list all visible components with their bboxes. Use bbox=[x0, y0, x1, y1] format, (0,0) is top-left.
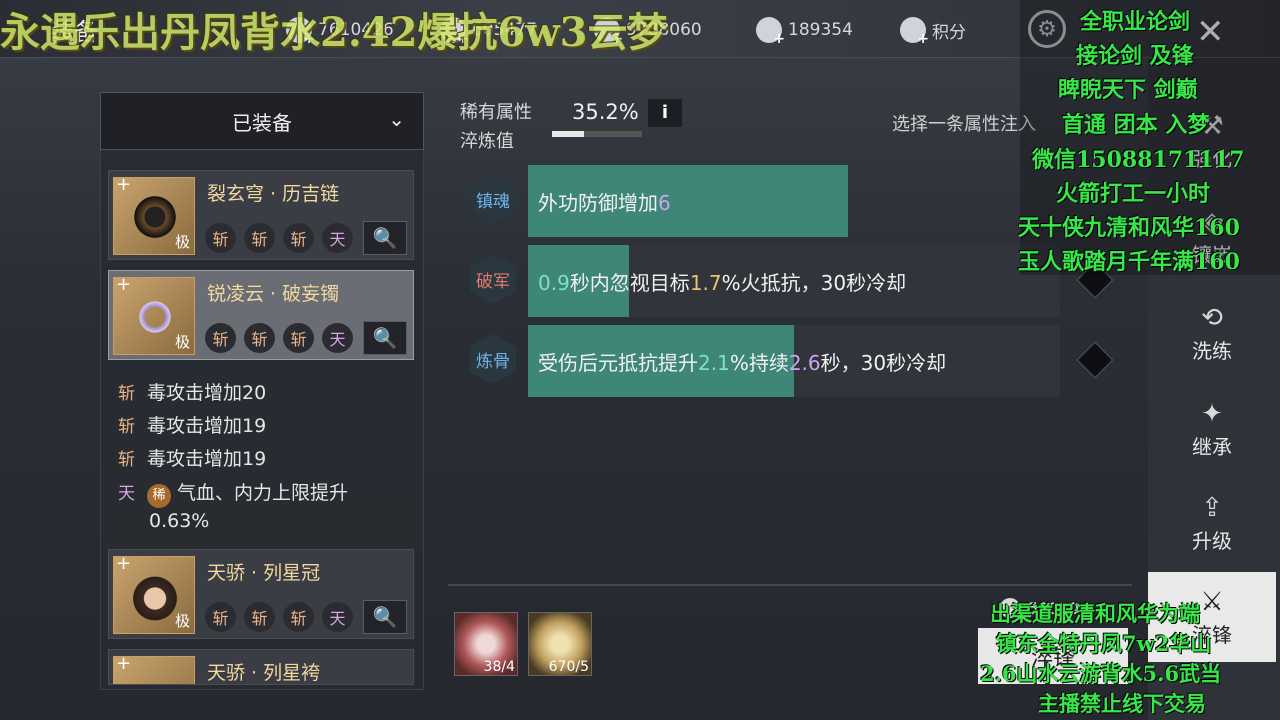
item-tags: 斩 斩 斩 天 bbox=[205, 223, 353, 253]
tag: 斩 bbox=[244, 323, 275, 353]
info-icon[interactable]: i bbox=[648, 99, 682, 127]
inject-hint: 选择一条属性注入 bbox=[892, 114, 1036, 135]
temper-icon: ⚔ bbox=[1200, 586, 1224, 617]
stream-text: 主播禁止线下交易 bbox=[1038, 691, 1206, 716]
stream-text: 玉人歌踏月千年满160 bbox=[1018, 249, 1240, 275]
tag: 斩 bbox=[244, 223, 275, 253]
equipped-dropdown[interactable]: 已装备 ⌄ bbox=[100, 92, 424, 150]
stream-text: 出渠道服清和风华为端 bbox=[990, 601, 1200, 626]
tag: 斩 bbox=[205, 323, 236, 353]
tab-refresh[interactable]: ⟲ 洗练 bbox=[1148, 288, 1276, 378]
attribute-text: 外功防御增加6 bbox=[538, 191, 671, 215]
upgrade-icon: ⇪ bbox=[1201, 492, 1223, 523]
tag: 斩 bbox=[283, 323, 314, 353]
stream-title-overlay: 永遇乐出丹凤背水2.42爆抗6w3云梦 bbox=[0, 9, 668, 56]
points-icon bbox=[900, 17, 929, 47]
plus-icon: + bbox=[116, 553, 132, 574]
magnifier-icon[interactable]: 🔍 bbox=[363, 321, 407, 355]
attribute-text: 0.9秒内忽视目标1.7%火抵抗，30秒冷却 bbox=[538, 271, 907, 295]
tag: 天 bbox=[322, 223, 353, 253]
item-attribute: 斩毒攻击增加19 bbox=[118, 415, 267, 437]
attribute-text: 受伤后元抵抗提升2.1%持续2.6秒，30秒冷却 bbox=[538, 351, 947, 375]
tab-inherit[interactable]: ✦ 继承 bbox=[1148, 384, 1276, 474]
material-slot[interactable]: 38/4 bbox=[454, 612, 518, 676]
tag: 斩 bbox=[205, 602, 236, 632]
temper-value-label: 淬炼值 bbox=[460, 131, 514, 152]
tag: 天 bbox=[322, 602, 353, 632]
divider bbox=[448, 584, 1132, 586]
item-attribute-rare: 天稀气血、内力上限提升 bbox=[118, 478, 348, 508]
item-thumbnail: + bbox=[113, 653, 195, 684]
item-name: 锐凌云 · 破妄镯 bbox=[207, 283, 340, 305]
plus-icon: + bbox=[116, 653, 132, 674]
item-name: 天骄 · 列星冠 bbox=[207, 562, 321, 584]
attribute-row[interactable]: 受伤后元抵抗提升2.1%持续2.6秒，30秒冷却 bbox=[528, 325, 1060, 397]
tag: 斩 bbox=[283, 223, 314, 253]
stream-text: 火箭打工一小时 bbox=[1056, 181, 1211, 207]
stream-text: 首通 团本 入梦 bbox=[1062, 112, 1210, 138]
stream-text: 镇东全特丹凤7w2华山 bbox=[996, 631, 1212, 656]
rare-badge: 稀 bbox=[147, 484, 171, 508]
stream-text: 接论剑 及锋 bbox=[1076, 43, 1194, 69]
currency-4[interactable]: 189354 bbox=[756, 16, 853, 47]
tab-upgrade[interactable]: ⇪ 升级 bbox=[1148, 478, 1276, 568]
inherit-icon: ✦ bbox=[1201, 398, 1223, 429]
material-slot[interactable]: 670/5 bbox=[528, 612, 592, 676]
item-attribute: 斩毒攻击增加19 bbox=[118, 448, 267, 470]
tag: 斩 bbox=[205, 223, 236, 253]
item-thumbnail: + 极 bbox=[113, 174, 195, 255]
stream-text: 天十侠九清和风华160 bbox=[1018, 215, 1240, 241]
helmet-icon bbox=[132, 571, 178, 621]
item-tags: 斩 斩 斩 天 bbox=[205, 602, 353, 632]
stream-text: 睥睨天下 剑巅 bbox=[1058, 77, 1198, 103]
item-tags: 斩 斩 斩 天 bbox=[205, 323, 353, 353]
stream-text: 微信15088171117 bbox=[1032, 147, 1245, 173]
plus-icon: + bbox=[116, 174, 132, 195]
stream-text: 2.6山水云游背水5.6武当 bbox=[980, 661, 1222, 686]
temper-progress-bar bbox=[552, 131, 642, 137]
points[interactable]: 积分 bbox=[900, 16, 966, 47]
refresh-icon: ⟲ bbox=[1201, 302, 1223, 333]
equipment-item[interactable]: + 天骄 · 列星袴 bbox=[108, 649, 414, 685]
equipment-item[interactable]: + 极 裂玄穹 · 历吉链 斩 斩 斩 天 🔍 bbox=[108, 170, 414, 260]
rare-attr-label: 稀有属性 bbox=[460, 102, 532, 123]
equipment-item-selected[interactable]: + 极 锐凌云 · 破妄镯 斩 斩 斩 天 🔍 bbox=[108, 270, 414, 360]
item-attribute-value: 0.63% bbox=[149, 510, 210, 532]
magnifier-icon[interactable]: 🔍 bbox=[363, 600, 407, 634]
bracelet-icon bbox=[132, 292, 178, 342]
stream-text: 全职业论剑 bbox=[1080, 9, 1191, 35]
attribute-row[interactable]: 0.9秒内忽视目标1.7%火抵抗，30秒冷却 bbox=[528, 245, 1060, 317]
item-attribute: 斩毒攻击增加20 bbox=[118, 382, 267, 404]
attribute-row[interactable]: 外功防御增加6 bbox=[528, 165, 848, 237]
chevron-down-icon: ⌄ bbox=[388, 107, 405, 131]
token-icon bbox=[756, 17, 785, 47]
item-thumbnail: + 极 bbox=[113, 553, 195, 634]
temper-percent: 35.2% bbox=[572, 100, 639, 124]
tag: 斩 bbox=[244, 602, 275, 632]
plus-icon: + bbox=[116, 274, 132, 295]
tag: 天 bbox=[322, 323, 353, 353]
equipment-item[interactable]: + 极 天骄 · 列星冠 斩 斩 斩 天 🔍 bbox=[108, 549, 414, 639]
item-name: 天骄 · 列星袴 bbox=[207, 662, 321, 684]
item-name: 裂玄穹 · 历吉链 bbox=[207, 183, 340, 205]
item-thumbnail: + 极 bbox=[113, 274, 195, 355]
necklace-icon bbox=[132, 192, 178, 242]
tag: 斩 bbox=[283, 602, 314, 632]
magnifier-icon[interactable]: 🔍 bbox=[363, 221, 407, 255]
